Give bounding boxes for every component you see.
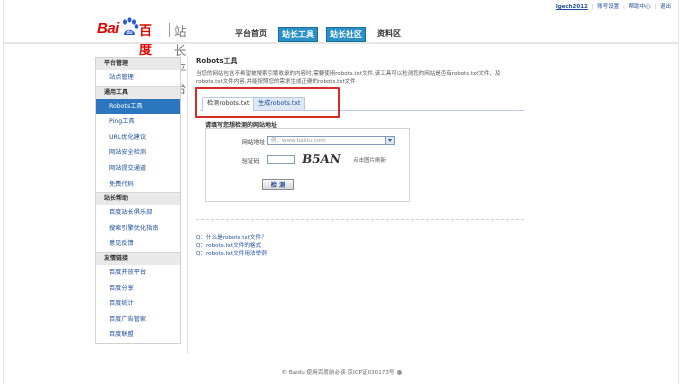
sidebar-item-site-management[interactable]: 站点管理 bbox=[96, 70, 180, 86]
sidebar-item-url-advice[interactable]: URL优化建议 bbox=[96, 130, 180, 146]
refresh-captcha-hint: 点击图片刷新 bbox=[353, 158, 387, 164]
sidebar-item-free-code[interactable]: 免费代码 bbox=[96, 177, 180, 193]
sidebar-item-statistics[interactable]: 百度统计 bbox=[96, 296, 180, 312]
dashed-divider bbox=[196, 219, 524, 220]
description-line-2: robots.txt文件内容,并能按照您的需求生成正确的robots.txt文件 bbox=[196, 79, 356, 85]
sidebar-item-security-check[interactable]: 网站安全检测 bbox=[96, 145, 180, 161]
username-link[interactable]: lgech2012 bbox=[556, 4, 588, 10]
baidu-paw-icon: du bbox=[123, 17, 139, 36]
sidebar-head-tools: 通用工具 bbox=[96, 85, 180, 99]
police-badge-icon bbox=[396, 370, 402, 375]
sidebar-head-platform: 平台管理 bbox=[96, 58, 180, 70]
captcha-label: 验证码 bbox=[242, 159, 260, 165]
sidebar-item-open-platform[interactable]: 百度开放平台 bbox=[96, 265, 180, 281]
logo-paw-text: du bbox=[126, 30, 132, 36]
sidebar-item-share[interactable]: 百度分享 bbox=[96, 281, 180, 297]
help-center-link[interactable]: 帮助中心 bbox=[629, 4, 651, 10]
chevron-down-icon[interactable] bbox=[385, 137, 394, 144]
separator: | bbox=[654, 4, 657, 10]
page-description: 当您的网站包含不希望被搜索引擎收录的内容时,需要使用robots.txt文件,该… bbox=[196, 70, 526, 86]
sidebar-item-feedback[interactable]: 意见反馈 bbox=[96, 236, 180, 252]
sidebar-item-robots[interactable]: Robots工具 bbox=[96, 98, 180, 115]
logo-divider bbox=[169, 23, 170, 37]
main-nav: 平台首页 站长工具 站长社区 资料区 bbox=[232, 27, 404, 42]
footer-text: © Baidu 使用百度前必读 京ICP证030173号 bbox=[281, 370, 395, 376]
separator: | bbox=[623, 4, 625, 10]
separator: | bbox=[591, 4, 594, 10]
logout-link[interactable]: 退出 bbox=[660, 4, 671, 10]
sidebar-item-club[interactable]: 百度站长俱乐部 bbox=[96, 205, 180, 221]
url-label: 网站地址 bbox=[242, 140, 266, 146]
faq-list: Q：什么是robots.txt文件？ Q：robots.txt文件的格式 Q：r… bbox=[196, 234, 267, 258]
footer: © Baidu 使用百度前必读 京ICP证030173号 bbox=[0, 368, 683, 376]
sidebar-item-ping[interactable]: Ping工具 bbox=[96, 114, 180, 130]
check-form: 网站地址 例：www.baidu.com 验证码 B5AN 点击图片刷新 检 测 bbox=[205, 128, 410, 202]
nav-resources[interactable]: 资料区 bbox=[374, 27, 404, 42]
check-button[interactable]: 检 测 bbox=[262, 179, 294, 190]
nav-home[interactable]: 平台首页 bbox=[232, 27, 270, 42]
account-settings-link[interactable]: 账号设置 bbox=[597, 4, 619, 10]
content-divider bbox=[187, 57, 188, 354]
page-title: Robots工具 bbox=[196, 57, 238, 65]
faq-link-robots-format[interactable]: Q：robots.txt文件的格式 bbox=[196, 242, 267, 250]
sidebar-item-union[interactable]: 百度联盟 bbox=[96, 327, 180, 343]
logo-text-bai: Bai bbox=[97, 20, 119, 37]
main-content: Robots工具 当您的网站包含不希望被搜索引擎收录的内容时,需要使用robot… bbox=[196, 56, 526, 86]
sidebar-item-ad-manager[interactable]: 百度广告管家 bbox=[96, 312, 180, 328]
sidebar: 平台管理 站点管理 通用工具 Robots工具 Ping工具 URL优化建议 网… bbox=[95, 57, 181, 344]
sidebar-head-friends: 友情链接 bbox=[96, 251, 180, 265]
url-placeholder: 例：www.baidu.com bbox=[271, 138, 326, 144]
nav-community[interactable]: 站长社区 bbox=[326, 27, 366, 42]
faq-link-robots-examples[interactable]: Q：robots.txt文件用法举例 bbox=[196, 250, 267, 258]
nav-divider bbox=[4, 42, 679, 44]
sidebar-head-help: 站长帮助 bbox=[96, 192, 180, 206]
faq-link-what-is-robots[interactable]: Q：什么是robots.txt文件？ bbox=[196, 234, 267, 242]
captcha-input[interactable] bbox=[267, 155, 295, 164]
logo-text-baidu-cn: 百度 bbox=[139, 24, 153, 58]
description-line-1: 当您的网站包含不希望被搜索引擎收录的内容时,需要使用robots.txt文件,该… bbox=[196, 71, 501, 77]
url-input[interactable]: 例：www.baidu.com bbox=[267, 136, 395, 145]
sidebar-item-seo-guide[interactable]: 搜索引擎优化指南 bbox=[96, 221, 180, 237]
user-bar: lgech2012 | 账号设置 | 帮助中心 | 退出 bbox=[556, 2, 671, 10]
sidebar-item-submit-channel[interactable]: 网站提交通道 bbox=[96, 161, 180, 177]
nav-tools[interactable]: 站长工具 bbox=[278, 27, 318, 42]
captcha-image[interactable]: B5AN bbox=[301, 152, 342, 166]
highlight-annotation-box bbox=[195, 87, 340, 118]
